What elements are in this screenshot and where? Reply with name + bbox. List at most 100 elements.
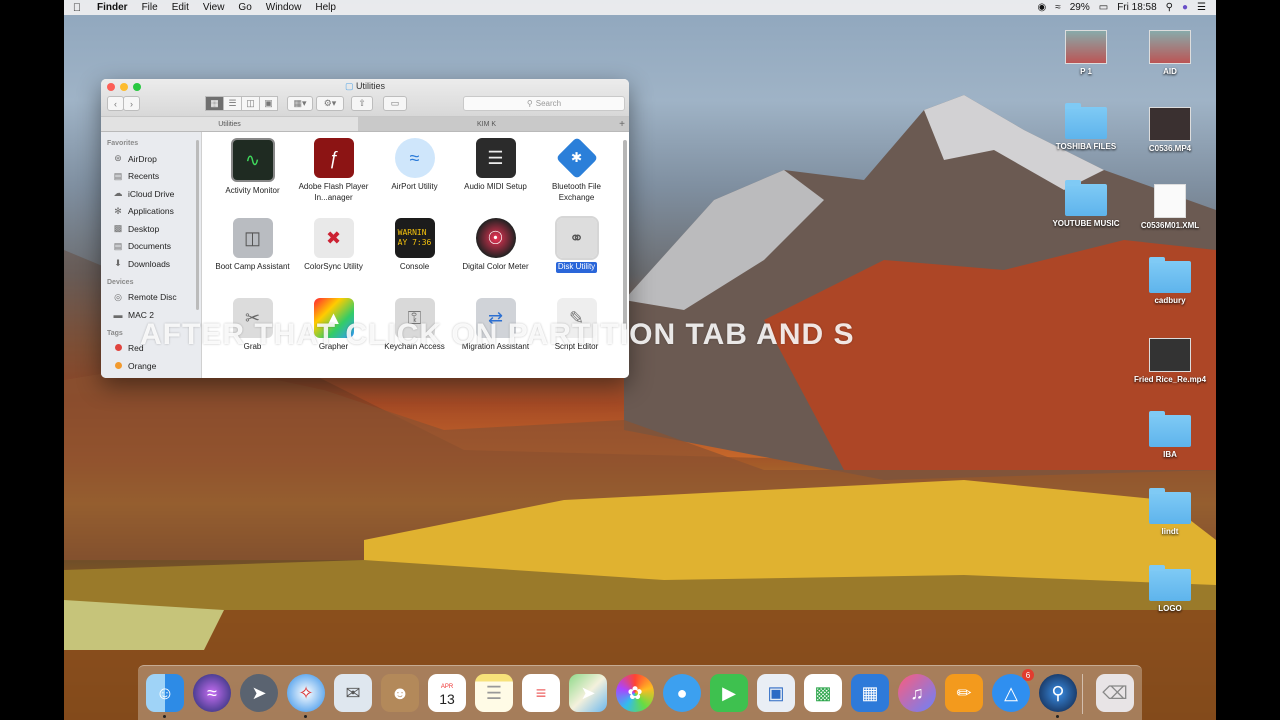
desktop-item-label: C0536M01.XML [1140,221,1200,230]
documents-icon: ▤ [113,240,123,251]
action-gear-button[interactable]: ⚙▾ [316,96,344,111]
app-boot-camp-assistant[interactable]: ◫ Boot Camp Assistant [212,218,293,298]
photos-icon[interactable]: ✿ [616,674,654,712]
ibooks-icon[interactable]: ✏ [945,674,983,712]
new-tab-button[interactable]: + [615,117,629,131]
app-digital-color-meter[interactable]: ☉ Digital Color Meter [455,218,536,298]
notification-center-icon[interactable]: ☰ [1197,2,1206,13]
messages-icon[interactable]: ● [663,674,701,712]
content-scrollbar[interactable] [623,140,627,330]
column-view-button[interactable]: ◫ [241,96,260,111]
desktop-item-label: YOUTUBE MUSIC [1052,219,1120,228]
apple-menu-icon[interactable]:  [64,2,90,14]
app-label-selected: Disk Utility [555,262,598,273]
sidebar-item-applications[interactable]: ✻ Applications [101,203,201,221]
wifi-icon[interactable]: ≈ [1055,2,1061,13]
sidebar-item-icloud-drive[interactable]: ☁ iCloud Drive [101,185,201,203]
xml-document-icon [1154,184,1186,218]
siri-icon[interactable]: ≈ [193,674,231,712]
menu-window[interactable]: Window [259,2,309,13]
app-bluetooth-file-exchange[interactable]: ✱ Bluetooth File Exchange [536,136,617,218]
sidebar-item-remote-disc[interactable]: ◎ Remote Disc [101,289,201,307]
arrange-button[interactable]: ▦▾ [287,96,313,111]
console-icon: WARNIN AY 7:36 [394,218,435,258]
menu-edit[interactable]: Edit [165,2,196,13]
battery-percent[interactable]: 29% [1070,2,1090,13]
view-mode-group: ▦ ☰ ◫ ▣ [205,96,278,111]
keynote-icon[interactable]: ▦ [851,674,889,712]
sidebar-item-downloads[interactable]: ⬇ Downloads [101,255,201,273]
tab-kim-k[interactable]: KIM K [358,117,615,131]
app-console[interactable]: WARNIN AY 7:36 Console [374,218,455,298]
preview-icon[interactable]: ▣ [757,674,795,712]
quicktime-icon[interactable]: ⚲ [1039,674,1077,718]
itunes-icon[interactable]: ♫ [898,674,936,712]
sidebar-item-documents[interactable]: ▤ Documents [101,238,201,256]
contacts-icon[interactable]: ☻ [381,674,419,712]
menu-view[interactable]: View [196,2,232,13]
desktop-item-p1[interactable]: P 1 [1040,24,1132,76]
desktop-item-aid[interactable]: AID [1124,24,1216,76]
tab-bar: Utilities KIM K + [101,117,629,132]
tag-button[interactable]: ▭ [383,96,407,111]
forward-button[interactable]: › [123,96,140,111]
reminders-icon[interactable]: ≡ [522,674,560,712]
app-activity-monitor[interactable]: ∿ Activity Monitor [212,138,293,218]
dock: ☺ ≈ ➤ ✧ ✉ ☻ APR 13 ☰ ≡ ➤ ✿ ● ▶ ▣ ▩ ▦ ♫ ✏ … [138,665,1142,720]
app-airport-utility[interactable]: ≈ AirPort Utility [374,138,455,218]
spotlight-icon[interactable]: ⚲ [1166,2,1173,13]
desktop-item-iba[interactable]: IBA [1124,409,1216,459]
sidebar-item-desktop[interactable]: ▩ Desktop [101,220,201,238]
share-button[interactable]: ⇧ [351,96,373,111]
desktop-item-label: LOGO [1158,604,1182,613]
tab-utilities[interactable]: Utilities [101,117,358,131]
app-adobe-flash-player-install-manager[interactable]: ƒ Adobe Flash Player In...anager [293,138,374,218]
app-audio-midi-setup[interactable]: ☰ Audio MIDI Setup [455,138,536,218]
facetime-icon[interactable]: ▶ [710,674,748,712]
desktop-item-cadbury[interactable]: cadbury [1124,255,1216,305]
battery-icon[interactable]: ▭ [1099,2,1108,13]
window-title: ▢ Utilities [101,81,629,92]
desktop-item-fried-rice-mp4[interactable]: Fried Rice_Re.mp4 [1124,332,1216,384]
gallery-view-button[interactable]: ▣ [259,96,278,111]
menu-file[interactable]: File [135,2,165,13]
icon-view-button[interactable]: ▦ [205,96,224,111]
desktop-item-lindt[interactable]: lindt [1124,486,1216,536]
app-colorsync-utility[interactable]: ✖ ColorSync Utility [293,218,374,298]
list-view-button[interactable]: ☰ [223,96,242,111]
notes-icon[interactable]: ☰ [475,674,513,712]
trash-icon[interactable]: ⌫ [1096,674,1134,712]
app-disk-utility[interactable]: ⚭ Disk Utility [536,216,617,298]
record-icon[interactable]: ◉ [1037,2,1046,13]
numbers-icon[interactable]: ▩ [804,674,842,712]
maps-icon[interactable]: ➤ [569,674,607,712]
desktop-item-label: TOSHIBA FILES [1055,142,1117,151]
back-button[interactable]: ‹ [107,96,124,111]
launchpad-icon[interactable]: ➤ [240,674,278,712]
desktop-item-toshiba-files[interactable]: TOSHIBA FILES [1040,101,1132,151]
menu-go[interactable]: Go [231,2,258,13]
sidebar-item-label: Documents [128,241,171,252]
menu-help[interactable]: Help [308,2,343,13]
sidebar-item-recents[interactable]: ▤ Recents [101,168,201,186]
calendar-icon[interactable]: APR 13 [428,674,466,712]
search-field[interactable]: ⚲ Search [463,96,625,111]
calendar-day: 13 [439,691,455,707]
siri-menu-icon[interactable]: ● [1182,2,1188,13]
folder-icon [1065,103,1107,139]
app-label: Activity Monitor [225,186,280,195]
desktop-item-logo[interactable]: LOGO [1124,563,1216,613]
desktop-item-label: C0536.MP4 [1148,144,1192,153]
menu-app-name[interactable]: Finder [90,2,135,13]
sidebar-item-airdrop[interactable]: ⊛ AirDrop [101,150,201,168]
clock[interactable]: Fri 18:58 [1117,2,1156,13]
sidebar-scrollbar[interactable] [196,140,199,310]
app-store-icon[interactable]: △ 6 [992,669,1034,712]
mail-icon[interactable]: ✉ [334,674,372,712]
desktop-item-c0536-mp4[interactable]: C0536.MP4 [1124,101,1216,153]
safari-icon[interactable]: ✧ [287,674,325,718]
finder-icon[interactable]: ☺ [146,674,184,718]
desktop-item-youtube-music[interactable]: YOUTUBE MUSIC [1040,178,1132,228]
desktop-item-c0536m01-xml[interactable]: C0536M01.XML [1124,178,1216,230]
sidebar-item-tag-orange[interactable]: Orange [101,357,201,375]
